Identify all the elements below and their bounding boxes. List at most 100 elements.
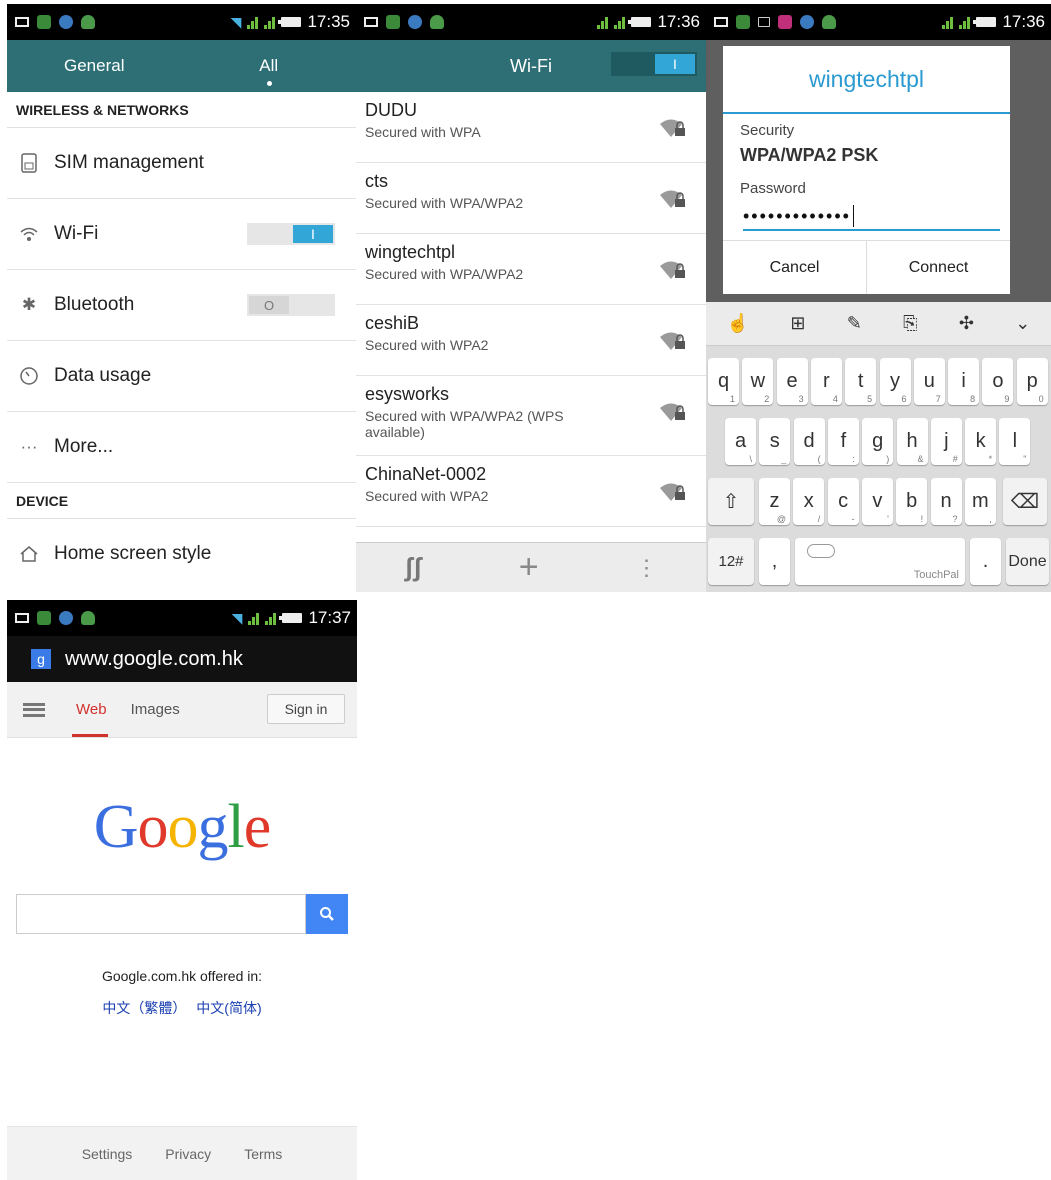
plugin-icon[interactable]: ✣: [959, 313, 974, 334]
key-f[interactable]: f:: [827, 418, 859, 465]
key-s[interactable]: s _: [759, 418, 791, 465]
symbols-key[interactable]: 12#: [708, 538, 754, 585]
key-g[interactable]: g): [862, 418, 894, 465]
key-t[interactable]: t5: [845, 358, 877, 405]
key-m[interactable]: m,: [964, 478, 996, 525]
connect-button[interactable]: Connect: [867, 241, 1010, 294]
key-j[interactable]: j #: [930, 418, 962, 465]
security-value: WPA/WPA2 PSK: [740, 145, 879, 165]
key-secondary-label: *: [988, 454, 993, 464]
key-label: j: [944, 430, 949, 452]
key-b[interactable]: b!: [896, 478, 928, 525]
key-label: r: [823, 370, 830, 392]
key-y[interactable]: y6: [879, 358, 911, 405]
wifi-toggle[interactable]: I: [247, 223, 335, 245]
password-field[interactable]: •••••••••••••: [743, 203, 1000, 231]
key-x[interactable]: x /: [793, 478, 825, 525]
key-n[interactable]: n?: [930, 478, 962, 525]
key-v[interactable]: v ': [861, 478, 893, 525]
network-security: Secured with WPA/WPA2: [365, 195, 524, 211]
wifi-network-item[interactable]: esysworks Secured with WPA/WPA2 (WPS avai…: [356, 376, 706, 456]
logo-letter: o: [167, 793, 199, 861]
bluetooth-toggle[interactable]: O: [247, 294, 335, 316]
key-p[interactable]: p0: [1016, 358, 1048, 405]
bluetooth-icon: ✱: [21, 295, 37, 314]
key-a[interactable]: a \: [725, 418, 756, 465]
lang-simplified-link[interactable]: 中文(简体): [196, 1000, 261, 1016]
key-o[interactable]: o9: [982, 358, 1014, 405]
key-k[interactable]: k *: [965, 418, 997, 465]
screen-icon: [758, 17, 770, 27]
period-key[interactable]: .: [970, 538, 1001, 585]
done-key[interactable]: Done: [1006, 538, 1049, 585]
key-label: m: [971, 490, 989, 512]
wifi-network-item[interactable]: ChinaNet-0002 Secured with WPA2: [356, 456, 706, 527]
wifi-master-toggle[interactable]: I: [611, 52, 697, 76]
space-key[interactable]: TouchPal: [795, 538, 965, 585]
layout-icon[interactable]: ⊞: [790, 313, 805, 334]
edit-icon[interactable]: ✎: [847, 313, 862, 334]
wifi-signal-icon: ◥: [230, 13, 242, 30]
network-security: Secured with WPA/WPA2 (WPS available): [365, 408, 564, 440]
data-usage-item[interactable]: Data usage: [7, 341, 356, 412]
sim-management-label: SIM management: [54, 152, 204, 173]
key-secondary-label: 2: [764, 394, 770, 404]
tab-web[interactable]: Web: [76, 701, 107, 718]
key-z[interactable]: z @: [759, 478, 790, 525]
network-name: ChinaNet-0002: [365, 464, 487, 484]
wifi-network-item[interactable]: ceshiB Secured with WPA2: [356, 305, 706, 376]
footer-terms-link[interactable]: Terms: [244, 1146, 282, 1162]
wifi-item[interactable]: Wi-Fi I: [7, 199, 356, 270]
key-label: t: [857, 370, 864, 392]
app-notification-icon: [37, 15, 51, 29]
key-l[interactable]: l ": [999, 418, 1031, 465]
key-i[interactable]: i8: [948, 358, 980, 405]
wifi-network-item[interactable]: DUDU Secured with WPA: [356, 92, 706, 163]
clock: 17:35: [307, 12, 350, 31]
sign-in-button[interactable]: Sign in: [267, 694, 345, 724]
collapse-keyboard-icon[interactable]: ⌄: [1015, 313, 1030, 334]
key-q[interactable]: q1: [708, 358, 739, 405]
footer-privacy-link[interactable]: Privacy: [165, 1146, 211, 1162]
add-network-icon[interactable]: +: [519, 548, 539, 587]
tab-all[interactable]: All: [182, 40, 357, 92]
clipboard-icon[interactable]: ⎘: [903, 313, 917, 334]
more-item[interactable]: ··· More...: [7, 412, 356, 483]
app-notification-icon: [736, 15, 750, 29]
cancel-button[interactable]: Cancel: [723, 241, 867, 294]
wifi-network-item[interactable]: cts Secured with WPA/WPA2: [356, 163, 706, 234]
key-r[interactable]: r4: [810, 358, 842, 405]
android-icon: [822, 15, 836, 29]
key-u[interactable]: u7: [913, 358, 945, 405]
clock: 17:37: [308, 608, 351, 627]
dialog-title: wingtechtpl: [723, 46, 1010, 114]
key-h[interactable]: h &: [896, 418, 928, 465]
address-bar[interactable]: g www.google.com.hk: [7, 636, 357, 682]
search-button[interactable]: [306, 894, 348, 934]
tab-general[interactable]: General: [7, 40, 182, 92]
backspace-key[interactable]: ⌫: [1003, 478, 1047, 525]
sim-management-item[interactable]: SIM management: [7, 128, 356, 199]
overflow-menu-icon[interactable]: ⋮: [636, 555, 658, 581]
footer-settings-link[interactable]: Settings: [82, 1146, 133, 1162]
comma-key[interactable]: ,: [759, 538, 790, 585]
search-input[interactable]: [16, 894, 306, 934]
key-secondary-label: ?: [952, 514, 958, 524]
hamburger-menu-icon[interactable]: [23, 702, 45, 717]
toggle-knob-off: O: [249, 296, 289, 314]
bluetooth-item[interactable]: ✱ Bluetooth O: [7, 270, 356, 341]
settings-tabs: General All: [7, 40, 356, 92]
key-d[interactable]: d(: [793, 418, 825, 465]
wps-icon[interactable]: ʃʃ: [404, 552, 421, 583]
home-screen-style-item[interactable]: Home screen style: [7, 519, 356, 584]
key-c[interactable]: c-: [827, 478, 859, 525]
wifi-locked-signal-icon: [660, 119, 685, 137]
gesture-icon[interactable]: ☝: [727, 313, 749, 334]
wifi-network-item[interactable]: wingtechtpl Secured with WPA/WPA2: [356, 234, 706, 305]
shift-key[interactable]: ⇧: [708, 478, 754, 525]
key-e[interactable]: e3: [776, 358, 808, 405]
text-cursor: [852, 205, 854, 227]
tab-images[interactable]: Images: [131, 701, 180, 718]
lang-traditional-link[interactable]: 中文（繁體）: [102, 1000, 186, 1016]
key-w[interactable]: w2: [742, 358, 774, 405]
